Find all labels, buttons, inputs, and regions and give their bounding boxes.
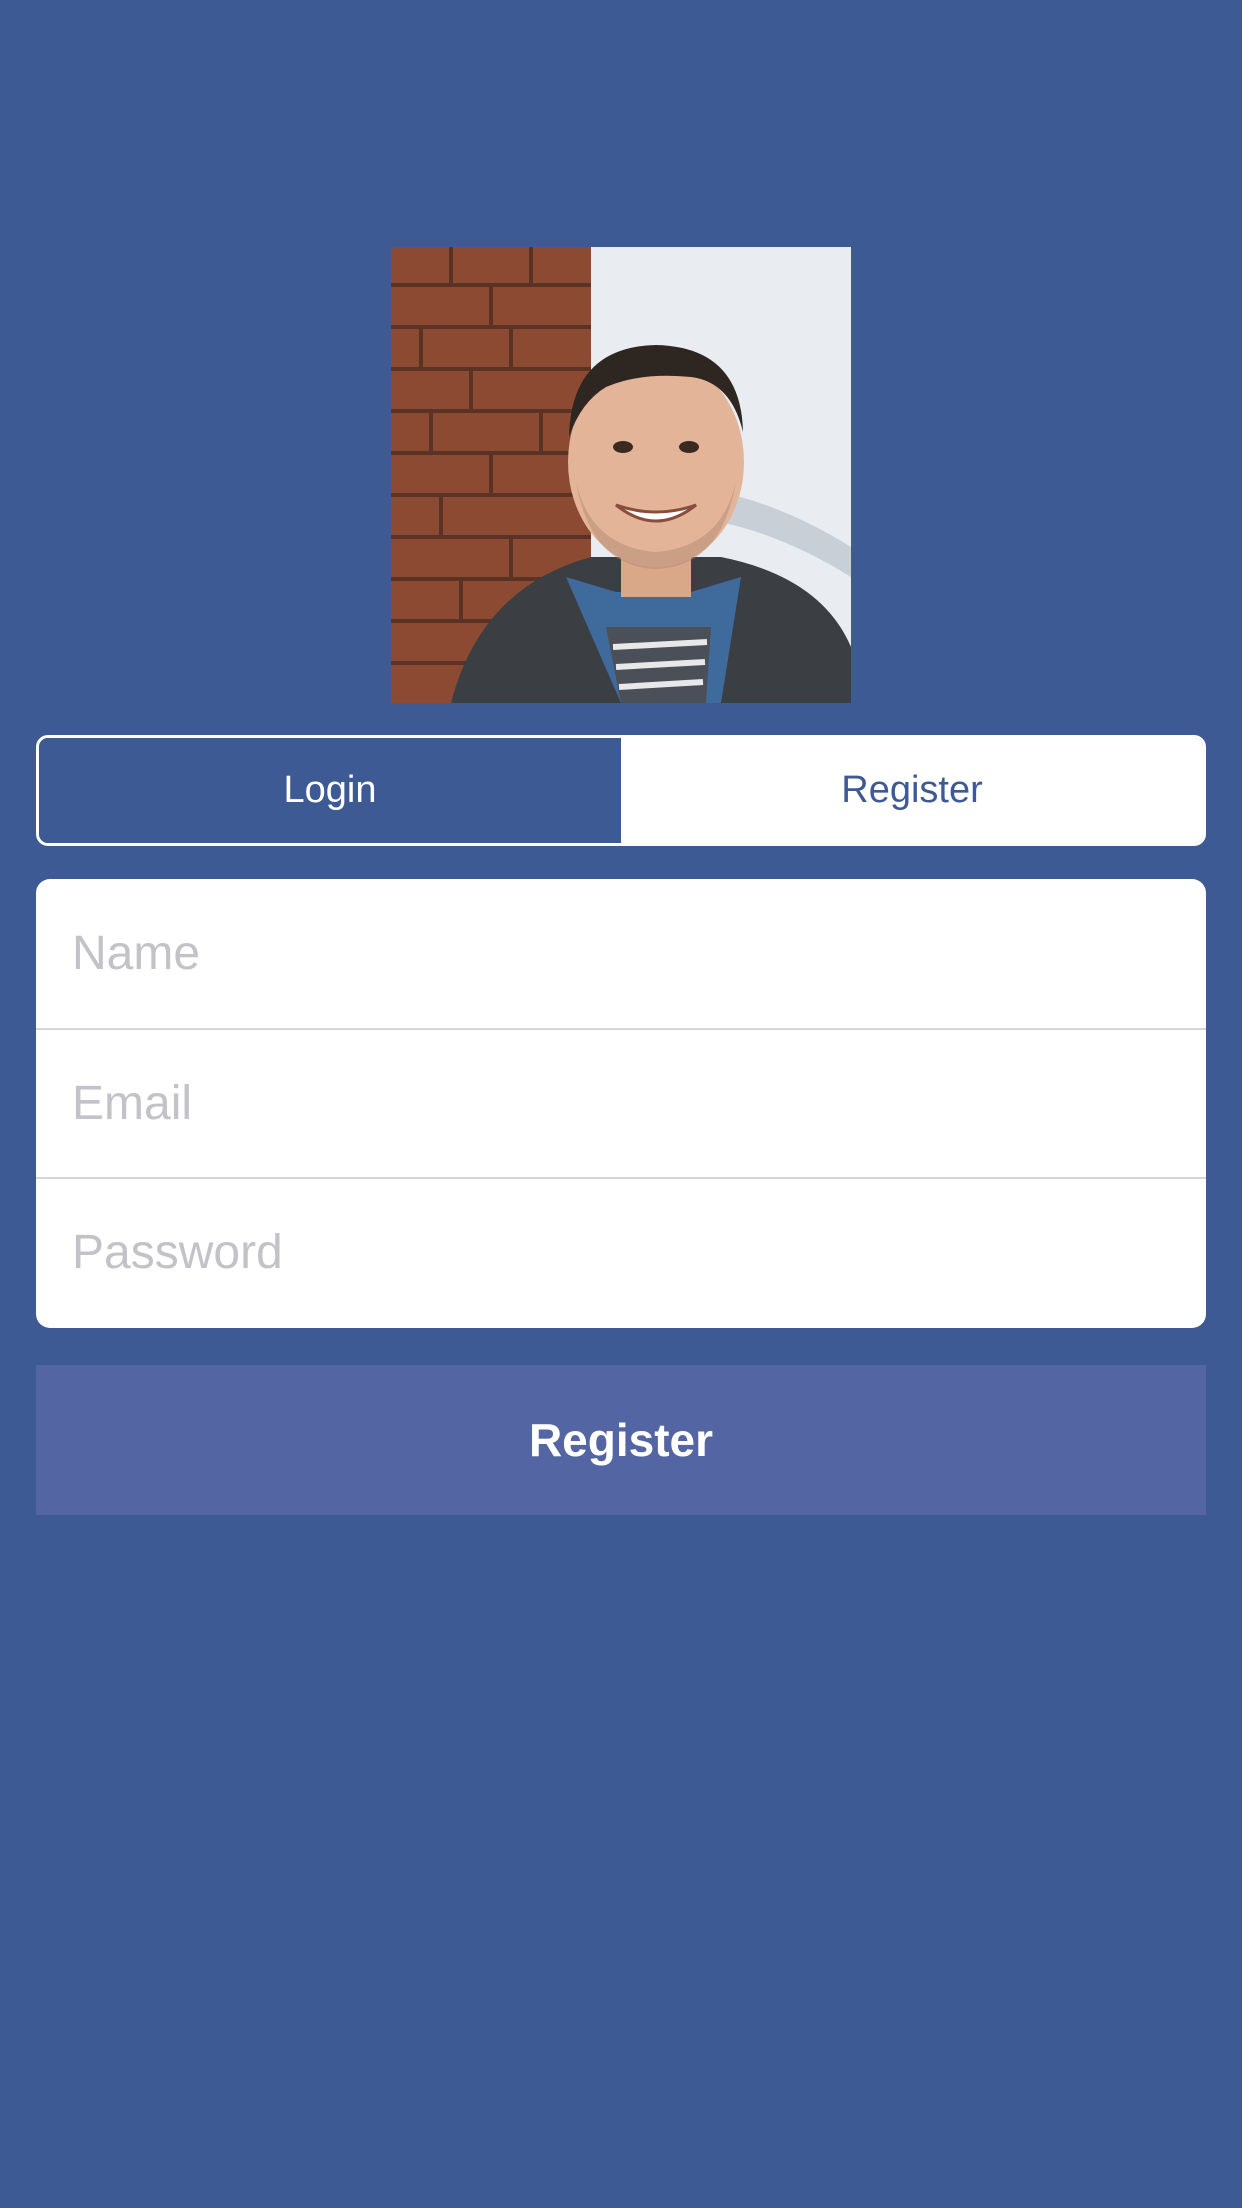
profile-photo-graphic — [391, 247, 851, 703]
tab-login[interactable]: Login — [39, 738, 621, 843]
email-field[interactable]: Email — [36, 1028, 1206, 1177]
name-field[interactable]: Name — [36, 879, 1206, 1028]
profile-photo — [391, 247, 851, 703]
register-button[interactable]: Register — [36, 1365, 1206, 1515]
password-field[interactable]: Password — [36, 1177, 1206, 1326]
registration-form: Name Email Password — [36, 879, 1206, 1328]
login-register-toggle: Login Register — [36, 735, 1206, 846]
tab-register[interactable]: Register — [621, 738, 1203, 843]
